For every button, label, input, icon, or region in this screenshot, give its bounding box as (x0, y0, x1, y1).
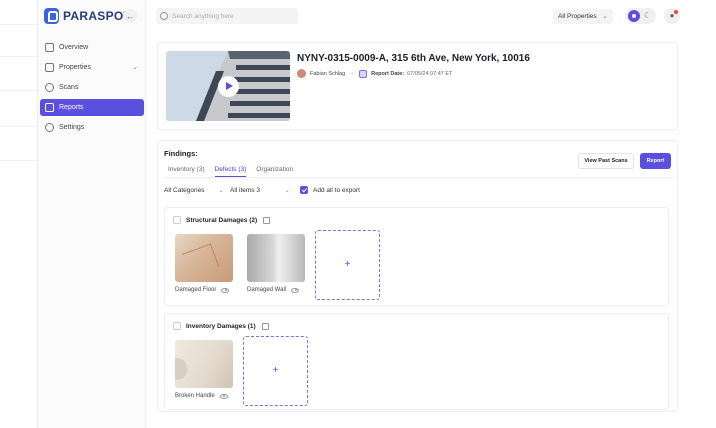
finding-caption-row: Damaged Floor (175, 287, 233, 293)
sidebar-item-overview[interactable]: Overview (40, 39, 144, 56)
findings-tabs: Inventory (3) Defects (3) Organization (168, 166, 293, 177)
divider (0, 90, 38, 91)
sidebar-item-label: Scans (59, 84, 79, 91)
left-edge-panel (0, 0, 38, 428)
group-header: Inventory Damages (1) (173, 322, 269, 330)
dashboard-icon (45, 43, 54, 52)
structural-damages-group: Structural Damages (2) Damaged Floor Dam… (164, 207, 669, 306)
property-video-thumbnail[interactable] (166, 51, 290, 121)
damaged-wall-image[interactable] (247, 234, 305, 282)
search-icon (160, 12, 168, 20)
avatar (297, 69, 306, 78)
items-dropdown[interactable]: All items 3 ⌄ (230, 187, 292, 194)
calendar-icon (359, 69, 368, 78)
property-meta: Fabian Schlag • Report Date: 07/05/24 07… (297, 69, 452, 78)
sidebar-item-label: Properties (59, 64, 91, 71)
building-icon (45, 63, 54, 72)
divider (0, 56, 38, 57)
finding-caption-row: Damaged Wall (247, 287, 305, 293)
notification-dot (674, 10, 678, 14)
chevron-down-icon: ⌄ (602, 13, 608, 20)
sun-icon[interactable] (628, 10, 640, 22)
damaged-floor-image[interactable] (175, 234, 233, 282)
add-all-label: Add all to export (313, 186, 360, 194)
finding-caption: Damaged Wall (247, 287, 287, 293)
brand-name: PARASPOT (63, 9, 132, 23)
tabs-divider (164, 177, 673, 178)
eye-icon[interactable] (291, 287, 300, 293)
edit-icon[interactable] (263, 216, 271, 224)
sidebar-nav: Overview Properties ⌄ Scans Reports Sett… (40, 39, 144, 139)
edit-icon[interactable] (261, 322, 269, 330)
report-date-label: Report Date: (371, 70, 405, 77)
arrow-left-icon[interactable]: ← (123, 9, 137, 23)
sidebar-item-label: Overview (59, 44, 89, 51)
top-header: Search anything here All Properties ⌄ ☾ … (146, 0, 716, 34)
author-name: Fabian Schlag (310, 70, 346, 77)
finding-caption: Broken Handle (175, 393, 215, 399)
brand-logo[interactable]: PARASPOT (44, 8, 131, 24)
properties-dropdown[interactable]: All Properties ⌄ (553, 9, 613, 24)
property-card: NYNY-0315-0009-A, 315 6th Ave, New York,… (157, 42, 678, 130)
search-input[interactable]: Search anything here (156, 8, 298, 24)
tab-defects[interactable]: Defects (3) (214, 166, 247, 177)
finding-tile[interactable]: Damaged Wall (247, 234, 305, 293)
paraspot-logo-icon (44, 8, 59, 24)
sidebar-item-label: Settings (59, 124, 85, 131)
category-dropdown[interactable]: All Categories ⌄ (164, 187, 226, 194)
bell-icon[interactable]: ● (664, 8, 680, 24)
search-placeholder: Search anything here (172, 12, 234, 20)
chevron-down-icon: ⌄ (284, 186, 290, 194)
moon-icon[interactable]: ☾ (644, 11, 651, 21)
items-dropdown-value: All items 3 (230, 186, 260, 194)
finding-tile[interactable]: Broken Handle (175, 340, 233, 399)
inventory-damages-group: Inventory Damages (1) Broken Handle + (164, 313, 669, 410)
theme-toggle[interactable]: ☾ (626, 8, 656, 24)
broken-handle-image[interactable] (175, 340, 233, 388)
group-checkbox[interactable] (173, 322, 181, 330)
group-title: Inventory Damages (1) (186, 322, 256, 330)
report-date-value: 07/05/24 07:47 ET (407, 70, 453, 77)
eye-icon[interactable] (221, 287, 230, 293)
sidebar-item-reports[interactable]: Reports (40, 99, 144, 116)
meta-separator: • (351, 70, 354, 77)
add-all-checkbox[interactable] (300, 186, 308, 194)
add-finding-button[interactable]: + (315, 230, 380, 300)
eye-icon[interactable] (219, 393, 228, 399)
tab-organization[interactable]: Organization (256, 166, 293, 177)
group-header: Structural Damages (2) (173, 216, 271, 224)
finding-caption-row: Broken Handle (175, 393, 233, 399)
report-icon (45, 103, 54, 112)
tab-inventory[interactable]: Inventory (3) (168, 166, 205, 177)
category-dropdown-value: All Categories (164, 186, 205, 194)
chevron-down-icon[interactable]: ⌄ (132, 63, 138, 71)
properties-dropdown-value: All Properties (558, 13, 597, 20)
sidebar: PARASPOT ← Overview Properties ⌄ Scans R… (38, 0, 146, 428)
divider (0, 126, 38, 127)
add-all-to-export[interactable]: Add all to export (300, 186, 360, 194)
group-checkbox[interactable] (173, 216, 181, 224)
divider (0, 160, 38, 161)
add-finding-button[interactable]: + (243, 336, 308, 406)
report-button[interactable]: Report (640, 153, 671, 169)
group-title: Structural Damages (2) (186, 216, 258, 224)
divider (0, 24, 38, 25)
sidebar-item-properties[interactable]: Properties ⌄ (40, 59, 144, 76)
findings-card: Findings: Inventory (3) Defects (3) Orga… (157, 140, 678, 412)
sidebar-item-label: Reports (59, 104, 84, 111)
finding-tile[interactable]: Damaged Floor (175, 234, 233, 293)
filters-bar: All Categories ⌄ All items 3 ⌄ Add all t… (164, 186, 360, 194)
sidebar-item-settings[interactable]: Settings (40, 119, 144, 136)
sidebar-item-scans[interactable]: Scans (40, 79, 144, 96)
view-past-scans-button[interactable]: View Past Scans (578, 153, 634, 169)
scan-icon (45, 83, 54, 92)
play-icon[interactable] (218, 76, 239, 97)
finding-caption: Damaged Floor (175, 287, 217, 293)
findings-title: Findings: (164, 149, 198, 158)
gear-icon (45, 123, 54, 132)
property-title: NYNY-0315-0009-A, 315 6th Ave, New York,… (297, 53, 530, 64)
chevron-down-icon: ⌄ (218, 186, 224, 194)
